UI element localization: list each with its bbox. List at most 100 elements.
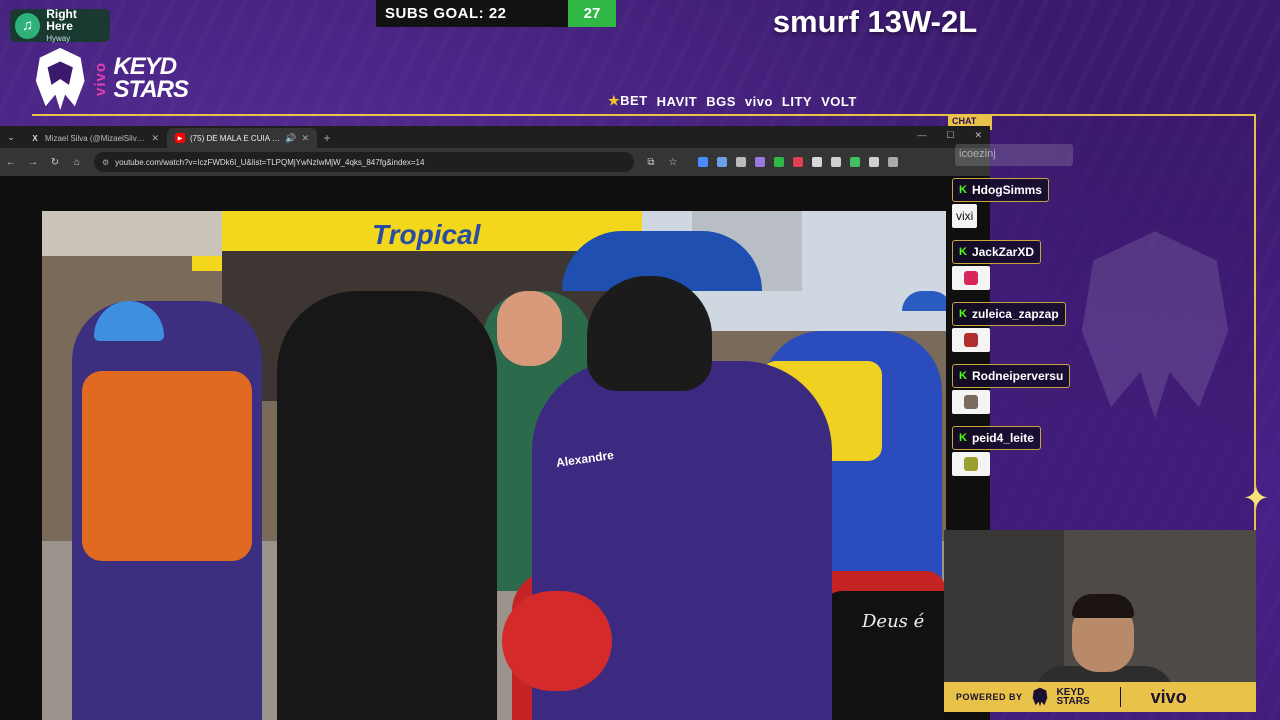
chat-text: vixi	[952, 204, 978, 228]
extension-icon[interactable]	[831, 157, 841, 167]
sponsor-vivo: vivo	[744, 93, 773, 109]
now-playing-widget: ♫ Right Here Hyway	[10, 7, 110, 43]
new-tab-button[interactable]: +	[317, 128, 337, 148]
powered-partner: vivo	[1150, 686, 1187, 707]
subs-goal-bar: SUBS GOAL: 22 27	[376, 0, 616, 27]
divider	[1119, 687, 1121, 707]
frame-top-line	[32, 114, 1256, 116]
chat-username[interactable]: Kpeid4_leite	[952, 426, 1041, 450]
x-icon: X	[32, 133, 38, 143]
chat-message: Kpeid4_leite	[952, 426, 1112, 476]
kick-icon: K	[959, 246, 967, 258]
chat-username[interactable]: K HdogSimms	[952, 178, 1049, 202]
powered-by-label: POWERED BY	[956, 692, 1023, 702]
chat-emote	[952, 266, 990, 290]
chat-emote	[952, 390, 990, 414]
bookmark-star-icon[interactable]: ☆	[668, 157, 678, 168]
extension-icon[interactable]	[736, 157, 746, 167]
chat-message: K Rodneiperversu	[952, 364, 1112, 414]
emote-icon	[964, 395, 978, 409]
close-icon[interactable]: ✕	[151, 133, 159, 144]
song-title: Right Here	[46, 7, 77, 33]
speaker-icon[interactable]: 🔊	[285, 133, 296, 144]
logo-vivo-text: vivo	[92, 61, 110, 96]
tab-search-chevron-icon[interactable]: ⌄	[0, 126, 22, 148]
chat-message: Kzuleica_zapzap	[952, 302, 1112, 352]
menu-icon[interactable]	[888, 157, 898, 167]
kick-icon: K	[959, 308, 967, 320]
url-text: youtube.com/watch?v=IczFWDk6I_U&list=TLP…	[115, 157, 425, 167]
site-info-icon[interactable]: ⚙	[102, 158, 109, 167]
chat-message: K JackZarXD	[952, 240, 1112, 290]
youtube-header	[0, 176, 990, 210]
chat-message: K HdogSimms vixi	[952, 178, 1112, 228]
chat-username[interactable]: K Rodneiperversu	[952, 364, 1071, 388]
chat-emote	[952, 452, 990, 476]
window-controls: — ☐ ✕	[917, 130, 982, 141]
install-icon[interactable]: ⧉	[646, 157, 656, 168]
emote-icon	[964, 457, 978, 471]
tab-twitter[interactable]: X Mizael Silva (@MizaelSilva_) / ✕	[22, 128, 167, 148]
tab-label: (75) DE MALA E CUIA EM G	[190, 133, 280, 143]
puzzle-icon[interactable]	[869, 157, 879, 167]
close-window-button[interactable]: ✕	[974, 130, 982, 141]
emote-icon	[964, 271, 978, 285]
kick-icon: K	[959, 432, 967, 444]
powered-by-banner: POWERED BY KEYD STARS vivo	[944, 682, 1256, 712]
extension-icon[interactable]	[774, 157, 784, 167]
extension-icon[interactable]	[755, 157, 765, 167]
scene-bike-text: Deus é	[862, 611, 925, 632]
sponsor-bgs: BGS	[706, 93, 736, 109]
logo-line-2: STARS	[113, 76, 189, 103]
sparkle-icon: ✦	[1242, 480, 1270, 516]
star-icon: ★	[608, 93, 621, 108]
extension-icon[interactable]	[812, 157, 822, 167]
match-record: smurf 13W-2L	[772, 4, 978, 39]
spartan-helmet-icon	[35, 47, 85, 111]
emote-icon	[964, 333, 978, 347]
scene-vest	[82, 371, 252, 561]
forward-arrow-icon[interactable]: →	[28, 157, 38, 168]
subs-goal-count: 27	[568, 0, 616, 27]
scene-person-suit	[277, 291, 497, 720]
extension-icon[interactable]	[850, 157, 860, 167]
video-player[interactable]: Tropical Deus é Alexandre	[42, 211, 946, 720]
scene-helmet	[587, 276, 712, 391]
scene-face	[497, 291, 562, 366]
powered-brand: KEYD STARS	[1056, 687, 1090, 707]
keyd-stars-logo: vivo KEYD STARS	[32, 44, 189, 114]
chat-previous-message: icoezinj	[955, 144, 1073, 166]
extension-icon[interactable]	[717, 157, 727, 167]
extensions-toolbar	[698, 157, 898, 167]
sponsor-havit: HAVIT	[656, 93, 698, 109]
close-icon[interactable]: ✕	[301, 133, 309, 144]
minimize-button[interactable]: —	[917, 130, 926, 141]
home-icon[interactable]: ⌂	[72, 157, 82, 168]
subs-goal-label: SUBS GOAL: 22	[376, 0, 568, 27]
webcam-feed	[944, 530, 1256, 682]
sponsor-volt: VOLT	[821, 93, 857, 109]
extension-icon[interactable]	[793, 157, 803, 167]
chat-username[interactable]: Kzuleica_zapzap	[952, 302, 1066, 326]
tab-label: Mizael Silva (@MizaelSilva_) /	[45, 133, 147, 143]
sponsor-bet: ★BET	[608, 93, 648, 108]
kick-icon: K	[959, 184, 967, 196]
url-field[interactable]: ⚙ youtube.com/watch?v=IczFWDk6I_U&list=T…	[94, 152, 634, 172]
browser-window: ⌄ X Mizael Silva (@MizaelSilva_) / ✕ ▶ (…	[0, 126, 990, 720]
tab-bar: ⌄ X Mizael Silva (@MizaelSilva_) / ✕ ▶ (…	[0, 126, 990, 148]
chat-emote	[952, 328, 990, 352]
youtube-icon: ▶	[175, 133, 185, 143]
reload-icon[interactable]: ↻	[50, 157, 60, 168]
scene-awning	[42, 211, 222, 256]
spartan-helmet-icon	[1032, 687, 1047, 707]
back-arrow-icon[interactable]: ←	[6, 157, 16, 168]
sponsor-strip: ★BET HAVIT BGS vivo LITY VOLT	[608, 90, 938, 112]
song-artist: Hyway	[46, 34, 71, 43]
cam-streamer-hair	[1072, 594, 1134, 618]
chat-username[interactable]: K JackZarXD	[952, 240, 1041, 264]
sponsor-lity: LITY	[781, 93, 813, 109]
maximize-button[interactable]: ☐	[946, 130, 954, 141]
scene-red-helmet	[502, 591, 612, 691]
tab-youtube[interactable]: ▶ (75) DE MALA E CUIA EM G 🔊 ✕	[167, 128, 317, 148]
extension-icon[interactable]	[698, 157, 708, 167]
